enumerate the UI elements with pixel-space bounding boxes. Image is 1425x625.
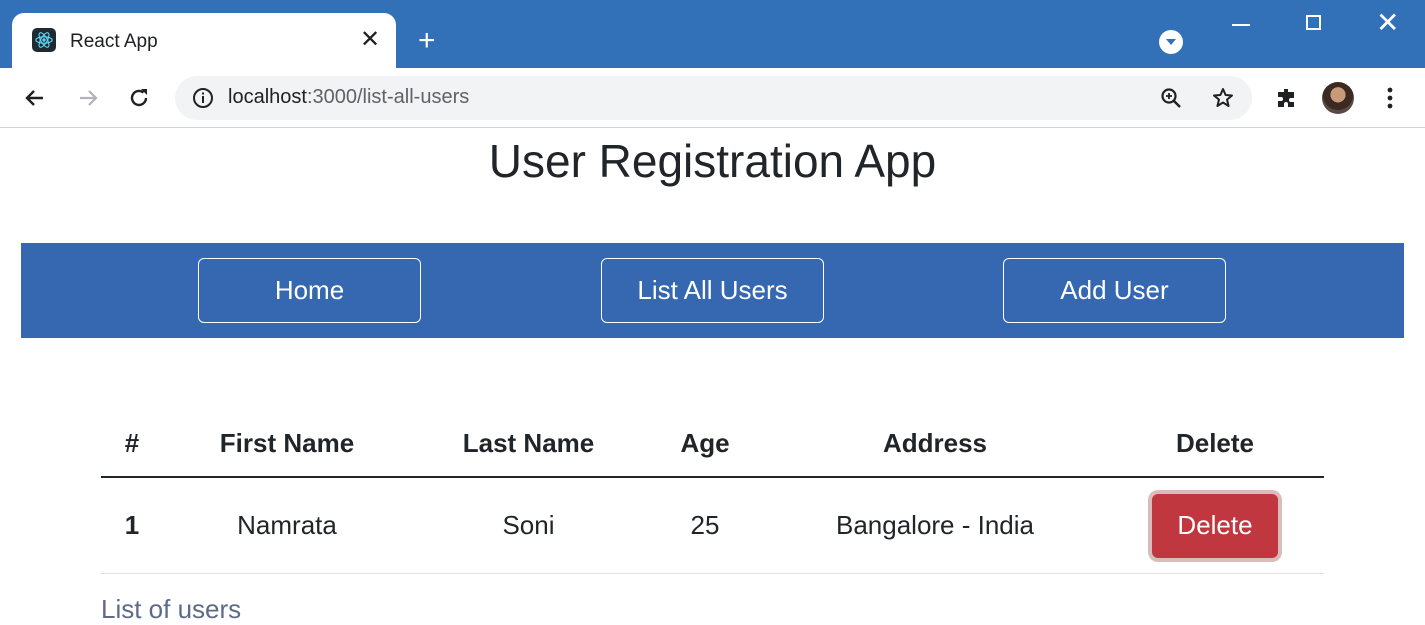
url-host: localhost (228, 86, 307, 108)
address-bar[interactable]: localhost:3000/list-all-users (175, 76, 1252, 120)
new-tab-icon[interactable]: + (418, 26, 436, 56)
cell-age: 25 (646, 477, 764, 574)
delete-user-button[interactable]: Delete (1152, 493, 1278, 558)
url-text[interactable]: localhost:3000/list-all-users (228, 86, 469, 109)
nav-add-user-button[interactable]: Add User (1003, 258, 1226, 323)
users-table: # First Name Last Name Age Address Delet… (101, 410, 1324, 574)
site-info-icon[interactable] (189, 84, 217, 112)
back-arrow-icon[interactable] (21, 84, 49, 112)
navbar: Home List All Users Add User (21, 243, 1404, 338)
cell-first-name: Namrata (163, 477, 411, 574)
url-path: :3000/list-all-users (306, 86, 470, 108)
maximize-icon[interactable] (1306, 15, 1321, 30)
column-header-first-name: First Name (163, 410, 411, 478)
cell-last-name: Soni (411, 477, 646, 574)
column-header-delete: Delete (1106, 410, 1324, 478)
tab-search-icon[interactable] (1159, 30, 1183, 54)
zoom-icon[interactable] (1157, 84, 1185, 112)
close-tab-icon[interactable]: ✕ (360, 28, 380, 52)
column-header-address: Address (764, 410, 1106, 478)
table-row: 1 Namrata Soni 25 Bangalore - India Dele… (101, 477, 1324, 574)
cell-index: 1 (101, 477, 163, 574)
cell-delete: Delete (1106, 477, 1324, 574)
minimize-icon[interactable] (1232, 24, 1250, 26)
react-favicon-icon (32, 28, 56, 52)
column-header-age: Age (646, 410, 764, 478)
browser-toolbar: localhost:3000/list-all-users (0, 68, 1425, 128)
forward-arrow-icon[interactable] (74, 84, 102, 112)
nav-list-all-users-button[interactable]: List All Users (601, 258, 824, 323)
page-title: User Registration App (488, 135, 937, 187)
profile-avatar[interactable] (1322, 82, 1354, 114)
extensions-puzzle-icon[interactable] (1273, 84, 1301, 112)
cell-address: Bangalore - India (764, 477, 1106, 574)
window-close-icon[interactable]: ✕ (1376, 8, 1399, 38)
column-header-last-name: Last Name (411, 410, 646, 478)
table-caption: List of users (101, 594, 242, 624)
nav-home-button[interactable]: Home (198, 258, 421, 323)
bookmark-star-icon[interactable] (1209, 84, 1237, 112)
browser-tab[interactable]: React App ✕ (12, 13, 396, 69)
reload-icon[interactable] (125, 84, 153, 112)
column-header-index: # (101, 410, 163, 478)
table-header-row: # First Name Last Name Age Address Delet… (101, 410, 1324, 478)
tab-strip: React App ✕ + ✕ (0, 0, 1425, 69)
menu-kebab-icon[interactable] (1376, 84, 1404, 112)
tab-title: React App (70, 31, 158, 52)
